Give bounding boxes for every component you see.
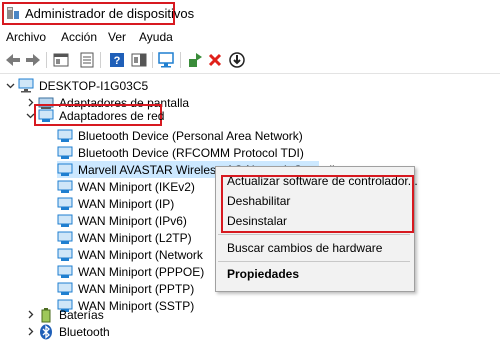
menu-properties[interactable]: Propiedades	[216, 265, 414, 283]
context-menu-highlight-box	[221, 175, 414, 233]
menu-item-label: Buscar cambios de hardware	[227, 241, 383, 255]
device-item[interactable]: WAN Miniport (L2TP)	[57, 229, 192, 246]
menu-archivo[interactable]: Archivo	[6, 30, 46, 44]
device-label: Bluetooth Device (Personal Area Network)	[78, 128, 303, 143]
network-adapter-icon	[57, 128, 73, 144]
help-icon[interactable]: ?	[108, 51, 126, 69]
device-label: WAN Miniport (IPv6)	[78, 213, 187, 228]
device-label: WAN Miniport (L2TP)	[78, 230, 192, 245]
update-driver-icon[interactable]	[186, 51, 204, 69]
menu-bar: Archivo Acción Ver Ayuda	[0, 27, 500, 47]
network-adapter-icon	[57, 196, 73, 212]
chevron-right-icon[interactable]	[24, 323, 36, 340]
network-adapter-icon	[57, 264, 73, 280]
device-label: WAN Miniport (Network	[78, 247, 203, 262]
category-bluetooth[interactable]: Bluetooth	[24, 323, 110, 340]
menu-item-label: Propiedades	[227, 267, 300, 281]
menu-scan-hardware[interactable]: Buscar cambios de hardware	[216, 239, 414, 257]
device-item[interactable]: WAN Miniport (Network	[57, 246, 203, 263]
network-adapter-icon	[57, 179, 73, 195]
device-item[interactable]: WAN Miniport (IPv6)	[57, 212, 187, 229]
device-label: WAN Miniport (IP)	[78, 196, 175, 211]
device-label: WAN Miniport (PPTP)	[78, 281, 195, 296]
bluetooth-icon	[38, 324, 54, 340]
network-adapter-icon	[57, 230, 73, 246]
device-item[interactable]: WAN Miniport (PPPOE)	[57, 263, 204, 280]
network-adapter-icon	[57, 247, 73, 263]
menu-separator	[218, 261, 410, 262]
device-manager-icon	[7, 7, 19, 19]
svg-text:?: ?	[114, 55, 121, 67]
chevron-down-icon[interactable]	[4, 77, 16, 94]
back-arrow-icon[interactable]	[4, 51, 22, 69]
tree-root[interactable]: DESKTOP-I1G03C5	[4, 77, 148, 94]
toolbar-separator	[100, 52, 101, 68]
menu-ver[interactable]: Ver	[108, 30, 126, 44]
device-label: WAN Miniport (IKEv2)	[78, 179, 195, 194]
network-adapter-icon	[57, 213, 73, 229]
device-label: WAN Miniport (PPPOE)	[78, 264, 205, 279]
scan-hardware-icon[interactable]	[158, 51, 176, 69]
device-item[interactable]: WAN Miniport (IKEv2)	[57, 178, 195, 195]
category-label: Bluetooth	[59, 324, 110, 339]
category-batteries[interactable]: Baterías	[24, 306, 104, 323]
category-label: Baterías	[59, 307, 104, 322]
toolbar: ?	[0, 47, 500, 74]
network-adapter-icon	[57, 145, 73, 161]
forward-arrow-icon[interactable]	[24, 51, 42, 69]
window-title: Administrador de dispositivos	[25, 6, 195, 21]
device-item[interactable]: WAN Miniport (IP)	[57, 195, 174, 212]
menu-accion[interactable]: Acción	[61, 30, 97, 44]
device-label: Bluetooth Device (RFCOMM Protocol TDI)	[78, 145, 304, 160]
toolbar-separator	[152, 52, 153, 68]
title-bar: Administrador de dispositivos	[0, 0, 500, 27]
device-item[interactable]: Bluetooth Device (Personal Area Network)	[57, 127, 303, 144]
toolbar-separator	[46, 52, 47, 68]
menu-separator	[218, 234, 410, 235]
chevron-right-icon[interactable]	[24, 306, 36, 323]
battery-icon	[38, 307, 54, 323]
menu-ayuda[interactable]: Ayuda	[139, 30, 173, 44]
network-adapter-icon	[57, 162, 73, 178]
console-tree-icon[interactable]	[52, 51, 70, 69]
device-item[interactable]: Bluetooth Device (RFCOMM Protocol TDI)	[57, 144, 304, 161]
chevron-down-icon[interactable]	[24, 107, 36, 124]
disable-icon[interactable]	[228, 51, 246, 69]
computer-icon	[18, 78, 34, 94]
category-network-adapters[interactable]: Adaptadores de red	[24, 107, 164, 124]
toolbar-separator	[180, 52, 181, 68]
tree-root-label: DESKTOP-I1G03C5	[39, 78, 149, 93]
action-pane-icon[interactable]	[130, 51, 148, 69]
properties-icon[interactable]	[78, 51, 96, 69]
device-item[interactable]: WAN Miniport (PPTP)	[57, 280, 194, 297]
category-label: Adaptadores de red	[59, 108, 165, 123]
uninstall-icon[interactable]	[206, 51, 224, 69]
network-adapter-icon	[38, 108, 54, 124]
network-adapter-icon	[57, 281, 73, 297]
